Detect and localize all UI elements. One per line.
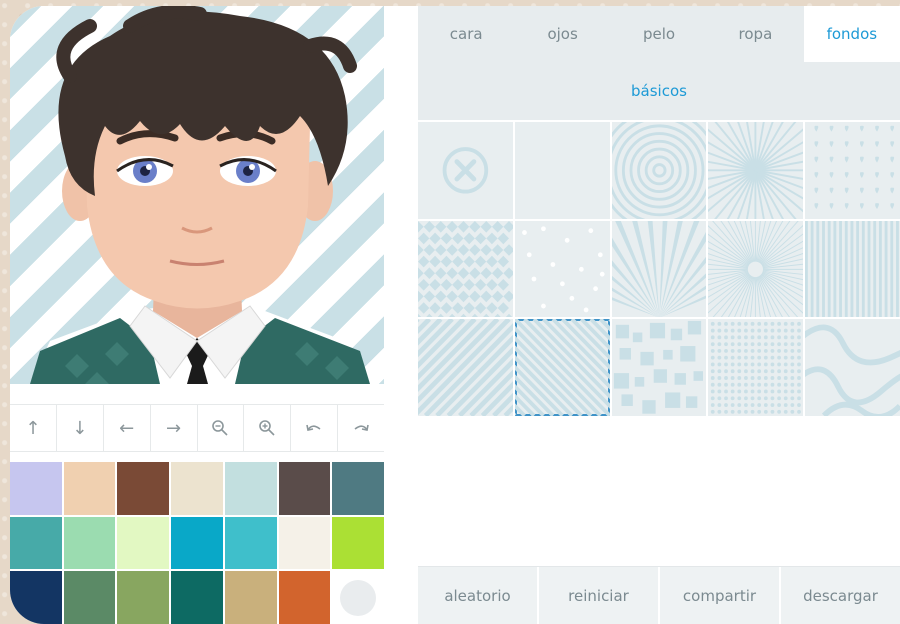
empty-circle-icon (340, 579, 377, 616)
color-swatch[interactable] (63, 571, 116, 624)
share-button[interactable]: compartir (660, 567, 781, 624)
background-option-hearts[interactable] (805, 122, 900, 219)
move-down-button[interactable]: ↓ (57, 405, 104, 451)
background-option-diagonal-stripes-thin[interactable] (514, 319, 610, 416)
background-option-sunburst[interactable] (708, 122, 804, 219)
tab-fondos[interactable]: fondos (803, 6, 900, 62)
background-none-option[interactable] (418, 122, 513, 219)
starburst-pattern (708, 220, 804, 318)
color-swatch[interactable] (10, 516, 62, 570)
background-option-diagonal-stripes[interactable] (418, 319, 513, 416)
tab-pelo[interactable]: pelo (610, 6, 708, 62)
background-option-waves[interactable] (805, 319, 900, 416)
background-option-concentric-circles[interactable] (611, 122, 707, 219)
dots-scattered-pattern (521, 225, 605, 313)
squares-pattern (613, 321, 703, 415)
zoom-in-button[interactable] (244, 405, 292, 451)
diagonal-stripes-pattern (418, 319, 513, 416)
color-swatch[interactable] (63, 516, 116, 570)
reset-button[interactable]: reiniciar (539, 567, 660, 624)
subcategory-basicos[interactable]: básicos (418, 62, 900, 122)
color-swatch[interactable] (117, 516, 170, 570)
color-swatch[interactable] (171, 571, 223, 624)
background-option-starburst[interactable] (708, 220, 804, 318)
color-swatch[interactable] (224, 516, 277, 570)
arrow-up-icon: ↑ (25, 417, 41, 439)
color-swatch[interactable] (278, 571, 331, 624)
avatar-maker-app: ↑ ↓ ← → cara ojos pelo ropa fondos básic… (10, 6, 900, 624)
concentric-circles-pattern (611, 122, 707, 219)
tab-ojos[interactable]: ojos (514, 6, 611, 62)
color-swatch[interactable] (171, 462, 223, 515)
color-swatch[interactable] (224, 462, 277, 515)
undo-button[interactable] (291, 405, 339, 451)
undo-icon (306, 424, 321, 431)
zoom-out-button[interactable] (198, 405, 245, 451)
action-bar: aleatorio reiniciar compartir descargar (418, 566, 900, 624)
redo-icon (354, 424, 369, 431)
plain-pattern (515, 122, 610, 219)
avatar-illustration (30, 6, 370, 384)
random-button[interactable]: aleatorio (418, 567, 539, 624)
color-swatch[interactable] (10, 571, 62, 624)
vertical-stripes-pattern (805, 220, 900, 318)
color-swatch[interactable] (278, 516, 331, 570)
rays-pattern (611, 220, 707, 318)
hearts-pattern (814, 125, 895, 209)
move-right-button[interactable]: → (151, 405, 198, 451)
zoom-in-icon (259, 420, 275, 436)
color-swatch[interactable] (117, 462, 170, 515)
diamonds-pattern (418, 220, 513, 318)
none-icon (442, 147, 489, 194)
color-swatch[interactable] (63, 462, 116, 515)
background-option-rays[interactable] (611, 220, 707, 318)
waves-pattern (805, 324, 900, 416)
background-grid (418, 122, 900, 416)
editor-panel: cara ojos pelo ropa fondos básicos aleat… (418, 6, 900, 624)
sunburst-pattern (708, 122, 804, 219)
diagonal-stripes-thin-pattern (514, 319, 610, 416)
color-swatch[interactable] (332, 462, 384, 515)
move-left-button[interactable]: ← (104, 405, 151, 451)
color-swatch[interactable] (171, 516, 223, 570)
arrow-left-icon: ← (119, 417, 135, 439)
color-swatch-empty[interactable] (332, 571, 384, 624)
background-option-vertical-stripes[interactable] (805, 220, 900, 318)
color-swatch[interactable] (332, 516, 384, 570)
background-option-squares[interactable] (611, 319, 707, 416)
zoom-out-icon (212, 420, 229, 436)
move-up-button[interactable]: ↑ (10, 405, 57, 451)
dot-grid-pattern (711, 322, 802, 415)
category-tabs: cara ojos pelo ropa fondos (418, 6, 900, 62)
redo-button[interactable] (338, 405, 384, 451)
background-option-dot-grid[interactable] (708, 319, 804, 416)
avatar-preview (10, 6, 384, 384)
tab-cara[interactable]: cara (418, 6, 515, 62)
download-button[interactable]: descargar (781, 567, 900, 624)
tab-ropa[interactable]: ropa (707, 6, 804, 62)
arrow-down-icon: ↓ (72, 417, 88, 439)
color-palette (10, 462, 384, 624)
background-option-dots-scattered[interactable] (514, 220, 610, 318)
background-option-plain[interactable] (514, 122, 610, 219)
background-option-diamonds[interactable] (418, 220, 513, 318)
color-swatch[interactable] (117, 571, 170, 624)
color-swatch[interactable] (224, 571, 277, 624)
arrow-right-icon: → (166, 417, 182, 439)
color-swatch[interactable] (278, 462, 331, 515)
color-swatch[interactable] (10, 462, 62, 515)
avatar-toolbar: ↑ ↓ ← → (10, 404, 384, 452)
